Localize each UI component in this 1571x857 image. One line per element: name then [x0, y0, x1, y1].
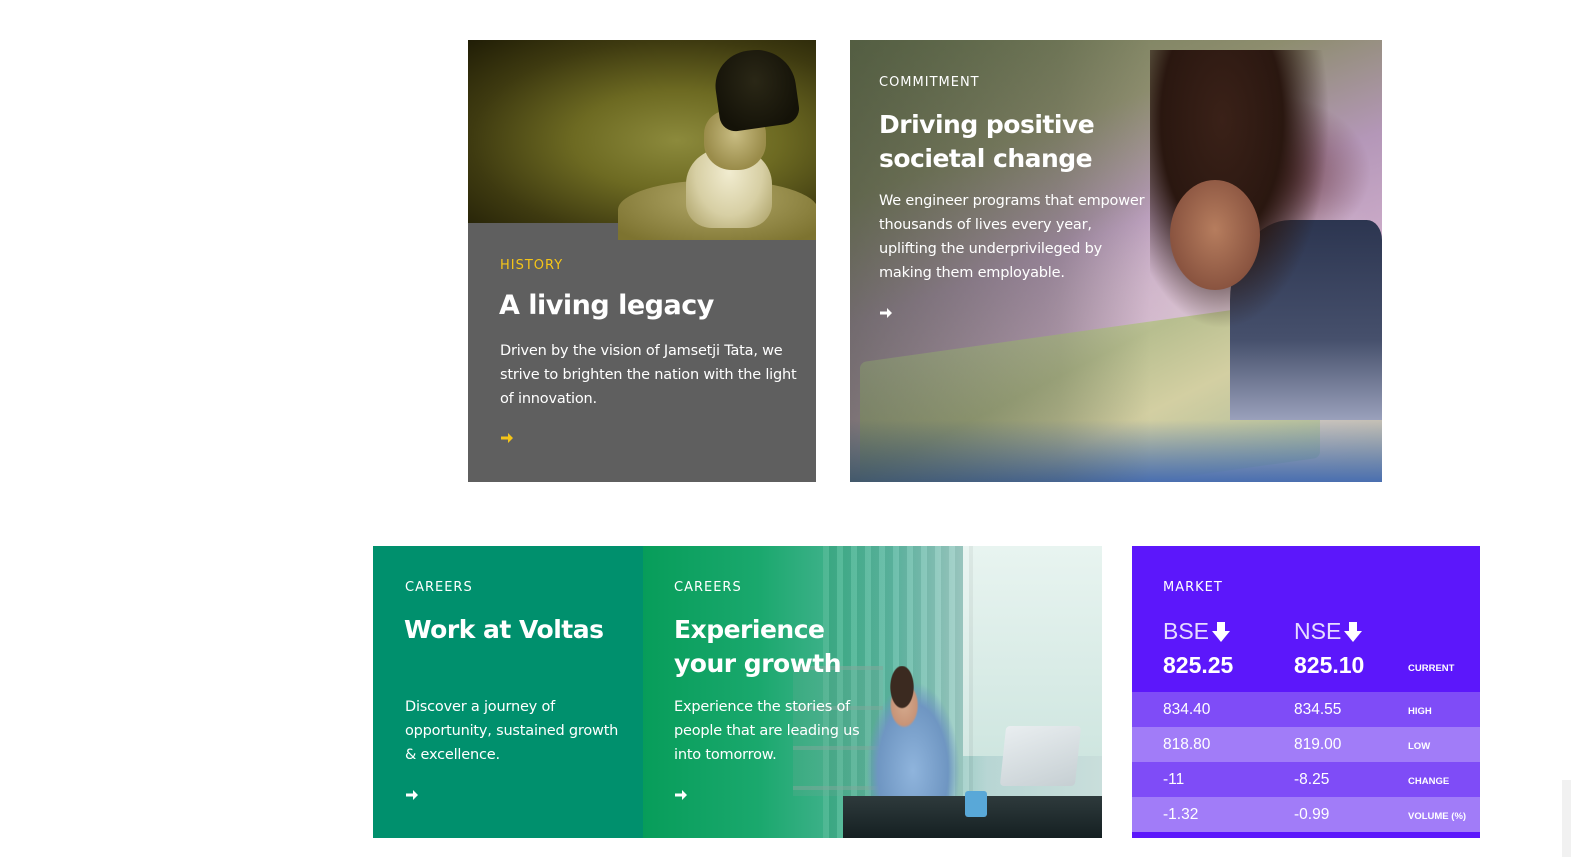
market-card: MARKET BSE NSE 825.25 825.10 CURRENT 834…	[1132, 546, 1480, 838]
nse-current-value: 825.10	[1294, 652, 1365, 678]
nse-label: NSE	[1294, 618, 1342, 644]
commitment-title[interactable]: Driving positive societal change	[879, 108, 1179, 176]
volume-label: VOLUME (%)	[1408, 811, 1467, 822]
market-row-volume: -1.32 -0.99 VOLUME (%)	[1132, 797, 1480, 832]
history-title[interactable]: A living legacy	[499, 290, 714, 321]
arrow-down-icon	[1344, 621, 1363, 642]
arrow-down-icon	[1212, 621, 1231, 642]
commitment-description: We engineer programs that empower thousa…	[879, 193, 1145, 281]
arrow-right-icon[interactable]	[499, 430, 515, 446]
arrow-right-icon[interactable]	[878, 305, 894, 321]
nse-change-value: -8.25	[1294, 771, 1330, 788]
history-description: Driven by the vision of Jamsetji Tata, w…	[500, 343, 797, 407]
market-tag: MARKET	[1163, 580, 1223, 595]
jamsetji-tata-portrait-image	[468, 40, 816, 240]
commitment-tag: COMMITMENT	[879, 75, 980, 90]
laptop-image	[999, 726, 1082, 786]
careers-title[interactable]: Work at Voltas	[404, 613, 624, 647]
bse-current-value: 825.25	[1163, 652, 1234, 678]
bse-heading: BSE	[1163, 618, 1231, 645]
change-label: CHANGE	[1408, 776, 1450, 787]
market-row-low: 818.80 819.00 LOW	[1132, 727, 1480, 762]
market-row-change: -11 -8.25 CHANGE	[1132, 762, 1480, 797]
low-label: LOW	[1408, 741, 1431, 752]
commitment-card[interactable]: COMMITMENT Driving positive societal cha…	[850, 40, 1382, 482]
careers-title[interactable]: Experience your growth	[674, 613, 894, 681]
employee-photo-image	[858, 666, 968, 806]
bse-low-value: 818.80	[1163, 736, 1211, 753]
careers-experience-growth-card[interactable]: CAREERS Experience your growth Experienc…	[643, 546, 1102, 838]
careers-work-at-voltas-card[interactable]: CAREERS Work at Voltas Discover a journe…	[373, 546, 644, 838]
high-label: HIGH	[1408, 706, 1432, 717]
nse-high-value: 834.55	[1294, 701, 1342, 718]
careers-tag: CAREERS	[405, 580, 473, 595]
market-row-high: 834.40 834.55 HIGH	[1132, 692, 1480, 727]
careers-tag: CAREERS	[674, 580, 742, 595]
arrow-right-icon[interactable]	[404, 787, 420, 803]
arrow-right-icon[interactable]	[673, 787, 689, 803]
nse-heading: NSE	[1294, 618, 1363, 645]
bse-label: BSE	[1163, 618, 1210, 644]
bse-volume-value: -1.32	[1163, 806, 1199, 823]
bse-high-value: 834.40	[1163, 701, 1211, 718]
nse-volume-value: -0.99	[1294, 806, 1330, 823]
history-tag: HISTORY	[500, 258, 564, 273]
bse-change-value: -11	[1163, 771, 1185, 788]
careers-description: Experience the stories of people that ar…	[674, 699, 860, 763]
careers-description: Discover a journey of opportunity, susta…	[405, 699, 619, 763]
current-label: CURRENT	[1408, 663, 1455, 674]
page-scrollbar[interactable]	[1562, 780, 1571, 857]
nse-low-value: 819.00	[1294, 736, 1342, 753]
history-card[interactable]: HISTORY A living legacy Driven by the vi…	[468, 40, 816, 482]
